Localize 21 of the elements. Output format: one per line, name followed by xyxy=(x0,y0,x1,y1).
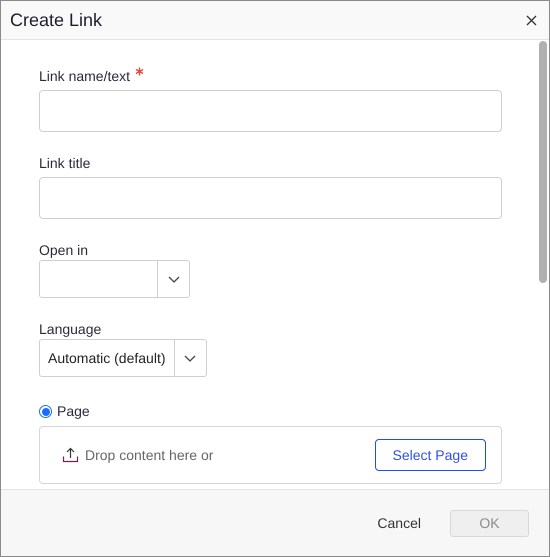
upload-icon xyxy=(62,447,79,463)
drop-zone[interactable]: Drop content here or Select Page xyxy=(39,426,502,484)
dropdown-field[interactable] xyxy=(39,260,190,298)
select-page-button[interactable]: Select Page xyxy=(374,439,486,471)
dropdown-field[interactable]: Automatic (default) xyxy=(39,339,206,377)
drop-hint: Drop content here or xyxy=(85,446,214,465)
text-field[interactable] xyxy=(39,177,502,219)
field-label: Open in xyxy=(39,241,88,260)
field-label: Link name/text xyxy=(39,67,130,86)
close-icon xyxy=(526,14,536,26)
scrollbar-thumb[interactable] xyxy=(539,41,547,283)
radio-button[interactable] xyxy=(39,405,52,418)
chevron-down-icon xyxy=(168,276,180,282)
window-title: Create Link xyxy=(10,8,102,32)
radio-label: Page xyxy=(57,402,90,421)
cancel-button[interactable]: Cancel xyxy=(373,510,425,536)
chevron-down-icon xyxy=(184,354,196,362)
dropdown-value: Automatic (default) xyxy=(48,348,166,368)
text-field[interactable] xyxy=(39,90,502,132)
field-label: Language xyxy=(39,320,102,339)
field-label: Link title xyxy=(39,154,90,173)
